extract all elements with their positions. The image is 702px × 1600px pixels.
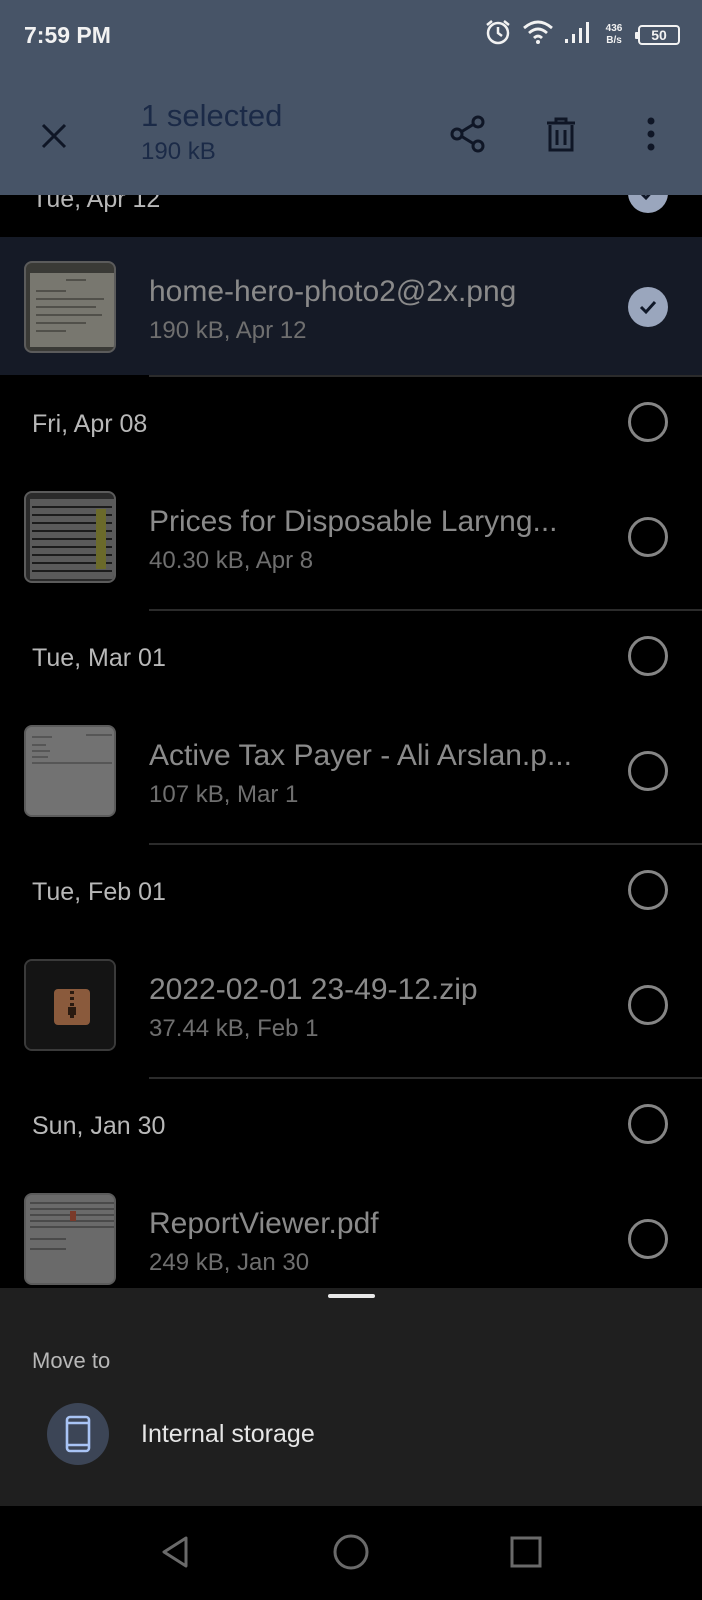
select-radio[interactable] [628, 1219, 668, 1259]
move-to-sheet: Move to Internal storage [0, 1288, 702, 1506]
delete-button[interactable] [535, 108, 587, 160]
status-time: 7:59 PM [24, 22, 111, 48]
date-label: Sun, Jan 30 [32, 1112, 166, 1140]
date-label: Tue, Apr 12 [32, 195, 161, 213]
signal-icon [564, 19, 590, 50]
file-name: Prices for Disposable Laryng... [149, 505, 558, 538]
date-header: Fri, Apr 08 [0, 377, 702, 471]
file-thumbnail [24, 1193, 116, 1285]
file-meta: 40.30 kB, Apr 8 [149, 547, 314, 574]
group-select-radio[interactable] [628, 636, 668, 676]
selection-app-bar: 1 selected 190 kB [0, 90, 702, 190]
battery-icon: 50 [635, 24, 680, 45]
date-header-partial: Tue, Apr 12 [0, 195, 702, 231]
file-meta: 190 kB, Apr 12 [149, 317, 307, 344]
group-select-radio[interactable] [628, 402, 668, 442]
top-bar: 7:59 PM 436 B/s 50 1 selected 190 kB [0, 0, 702, 195]
back-icon [162, 1536, 188, 1568]
file-row[interactable]: 2022-02-01 23-49-12.zip 37.44 kB, Feb 1 [0, 935, 702, 1073]
recents-icon [510, 1536, 542, 1568]
more-options-button[interactable] [625, 108, 677, 160]
file-thumbnail [24, 959, 116, 1051]
group-check-icon[interactable] [628, 195, 668, 213]
internal-storage-item[interactable]: Internal storage [0, 1396, 702, 1486]
file-row-selected[interactable]: home-hero-photo2@2x.png 190 kB, Apr 12 [0, 237, 702, 375]
home-button[interactable] [323, 1524, 379, 1580]
sheet-title: Move to [32, 1348, 111, 1373]
select-radio[interactable] [628, 985, 668, 1025]
selection-count: 1 selected [141, 98, 283, 133]
file-name: 2022-02-01 23-49-12.zip [149, 973, 478, 1006]
net-speed: 436 B/s [600, 23, 628, 47]
file-list[interactable]: Tue, Apr 12 home-hero-photo2@2x.png 190 … [0, 195, 702, 1288]
close-icon [41, 123, 67, 149]
date-header: Sun, Jan 30 [0, 1079, 702, 1173]
date-header: Tue, Mar 01 [0, 611, 702, 705]
file-thumbnail [24, 261, 116, 353]
net-speed-value: 436 [605, 22, 623, 34]
select-radio[interactable] [628, 517, 668, 557]
alarm-icon [484, 18, 512, 51]
group-select-radio[interactable] [628, 1104, 668, 1144]
battery-level: 50 [651, 26, 667, 43]
system-nav-bar [0, 1506, 702, 1600]
wifi-icon [522, 19, 554, 50]
file-name: Active Tax Payer - Ali Arslan.p... [149, 739, 572, 772]
internal-storage-label: Internal storage [141, 1420, 315, 1448]
recents-button[interactable] [498, 1524, 554, 1580]
file-thumbnail [24, 491, 116, 583]
date-header: Tue, Feb 01 [0, 845, 702, 939]
sheet-drag-handle[interactable] [328, 1294, 375, 1298]
group-select-radio[interactable] [628, 870, 668, 910]
file-row[interactable]: ReportViewer.pdf 249 kB, Jan 30 [0, 1169, 702, 1288]
phone-icon [47, 1403, 109, 1465]
select-radio[interactable] [628, 751, 668, 791]
file-name: ReportViewer.pdf [149, 1207, 379, 1240]
file-meta: 107 kB, Mar 1 [149, 781, 299, 808]
close-button[interactable] [30, 112, 78, 160]
selected-check-icon[interactable] [628, 287, 668, 327]
file-meta: 37.44 kB, Feb 1 [149, 1015, 319, 1042]
status-bar: 7:59 PM 436 B/s 50 [0, 0, 702, 72]
back-button[interactable] [148, 1524, 204, 1580]
delete-icon [547, 117, 575, 152]
selection-size: 190 kB [141, 138, 216, 165]
file-meta: 249 kB, Jan 30 [149, 1249, 310, 1276]
status-icons: 436 B/s 50 [484, 18, 680, 51]
date-label: Tue, Feb 01 [32, 878, 166, 906]
date-label: Tue, Mar 01 [32, 644, 166, 672]
more-icon [647, 117, 655, 151]
net-speed-unit: B/s [606, 34, 622, 46]
file-thumbnail [24, 725, 116, 817]
share-button[interactable] [442, 108, 494, 160]
file-row[interactable]: Active Tax Payer - Ali Arslan.p... 107 k… [0, 701, 702, 839]
zip-icon [26, 961, 114, 1049]
file-row[interactable]: Prices for Disposable Laryng... 40.30 kB… [0, 467, 702, 605]
home-icon [333, 1534, 369, 1570]
file-name: home-hero-photo2@2x.png [149, 275, 517, 308]
date-label: Fri, Apr 08 [32, 410, 148, 438]
share-icon [450, 115, 485, 153]
